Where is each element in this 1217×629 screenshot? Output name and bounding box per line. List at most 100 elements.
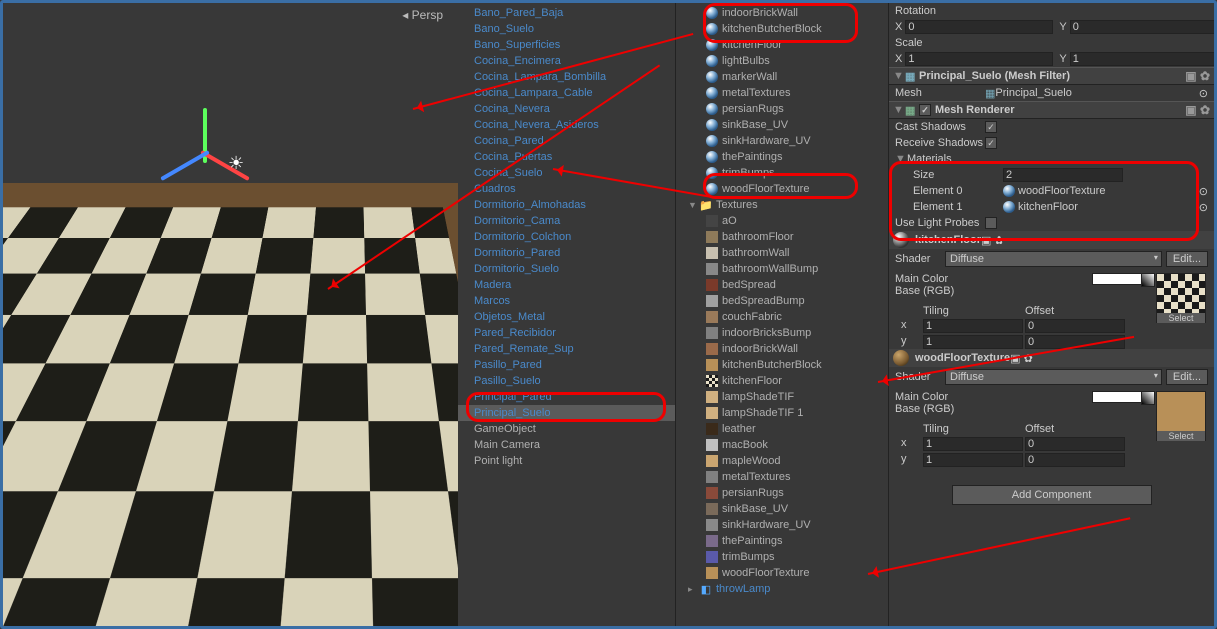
project-texture-item[interactable]: indoorBrickWall — [676, 341, 888, 357]
texture-slot-wood[interactable]: Select — [1156, 391, 1206, 441]
project-texture-item[interactable]: metalTextures — [676, 469, 888, 485]
materials-size-input[interactable] — [1003, 168, 1123, 182]
hierarchy-item[interactable]: Madera — [458, 277, 675, 293]
project-texture-item[interactable]: bedSpreadBump — [676, 293, 888, 309]
mesh-value[interactable]: Principal_Suelo — [995, 87, 1071, 99]
hierarchy-item[interactable]: Cocina_Nevera — [458, 101, 675, 117]
camera-mode-label[interactable]: Persp — [402, 8, 443, 22]
scene-viewport[interactable]: ☀ Persp — [3, 3, 458, 626]
project-material-item[interactable]: lightBulbs — [676, 53, 888, 69]
hierarchy-item[interactable]: Bano_Suelo — [458, 21, 675, 37]
project-texture-item[interactable]: kitchenButcherBlock — [676, 357, 888, 373]
project-texture-item[interactable]: aO — [676, 213, 888, 229]
material-kitchenfloor-header[interactable]: kitchenFloor ▣ ✿ — [889, 231, 1214, 249]
hierarchy-item[interactable]: Pared_Remate_Sup — [458, 341, 675, 357]
project-material-item[interactable]: markerWall — [676, 69, 888, 85]
project-material-item[interactable]: metalTextures — [676, 85, 888, 101]
element0-value[interactable]: woodFloorTexture — [1018, 185, 1105, 197]
shader-dropdown[interactable]: Diffuse — [945, 251, 1162, 267]
hierarchy-item[interactable]: Dormitorio_Suelo — [458, 261, 675, 277]
texture-select-button[interactable]: Select — [1157, 431, 1205, 441]
project-texture-item[interactable]: indoorBricksBump — [676, 325, 888, 341]
object-picker-icon[interactable]: ⊙ — [1199, 201, 1208, 214]
project-texture-item[interactable]: couchFabric — [676, 309, 888, 325]
hierarchy-item[interactable]: Principal_Suelo — [458, 405, 675, 421]
object-picker-icon[interactable]: ⊙ — [1199, 185, 1208, 198]
hierarchy-item[interactable]: Cocina_Pared — [458, 133, 675, 149]
project-texture-item[interactable]: lampShadeTIF 1 — [676, 405, 888, 421]
gear-icon[interactable]: ▣ ✿ — [1185, 103, 1210, 117]
tiling-y-input[interactable] — [923, 335, 1023, 349]
mesh-filter-header[interactable]: ▼▦ Principal_Suelo (Mesh Filter) ▣ ✿ — [889, 67, 1214, 85]
project-texture-item[interactable]: leather — [676, 421, 888, 437]
mesh-renderer-header[interactable]: ▼▦ ✓ Mesh Renderer ▣ ✿ — [889, 101, 1214, 119]
hierarchy-item[interactable]: Pasillo_Suelo — [458, 373, 675, 389]
project-texture-item[interactable]: woodFloorTexture — [676, 565, 888, 581]
project-texture-item[interactable]: bathroomWall — [676, 245, 888, 261]
texture-slot-kitchen[interactable]: Select — [1156, 273, 1206, 323]
scale-y-input[interactable] — [1070, 52, 1214, 66]
cast-shadows-checkbox[interactable]: ✓ — [985, 121, 997, 133]
project-texture-item[interactable]: mapleWood — [676, 453, 888, 469]
gear-icon[interactable]: ▣ ✿ — [981, 234, 1004, 247]
hierarchy-item[interactable]: Pared_Recibidor — [458, 325, 675, 341]
scale-x-input[interactable] — [905, 52, 1053, 66]
gizmo-z-axis[interactable] — [160, 150, 210, 181]
element1-value[interactable]: kitchenFloor — [1018, 201, 1078, 213]
hierarchy-item[interactable]: Dormitorio_Cama — [458, 213, 675, 229]
shader-dropdown[interactable]: Diffuse — [945, 369, 1162, 385]
main-color-swatch[interactable] — [1092, 391, 1142, 403]
project-texture-item[interactable]: sinkBase_UV — [676, 501, 888, 517]
project-material-item[interactable]: sinkHardware_UV — [676, 133, 888, 149]
project-prefab-item[interactable]: ▸◧throwLamp — [676, 581, 888, 597]
add-component-button[interactable]: Add Component — [952, 485, 1152, 505]
hierarchy-item[interactable]: Point light — [458, 453, 675, 469]
mesh-renderer-enable-checkbox[interactable]: ✓ — [919, 104, 931, 116]
project-texture-item[interactable]: kitchenFloor — [676, 373, 888, 389]
hierarchy-item[interactable]: Objetos_Metal — [458, 309, 675, 325]
object-picker-icon[interactable]: ⊙ — [1199, 87, 1208, 100]
main-color-swatch[interactable] — [1092, 273, 1142, 285]
project-texture-item[interactable]: trimBumps — [676, 549, 888, 565]
help-icon[interactable]: ▣ ✿ — [1185, 69, 1210, 83]
hierarchy-item[interactable]: Pasillo_Pared — [458, 357, 675, 373]
hierarchy-item[interactable]: Principal_Pared — [458, 389, 675, 405]
project-folder-textures[interactable]: ▼📁Textures — [676, 197, 888, 213]
project-texture-item[interactable]: lampShadeTIF — [676, 389, 888, 405]
offset-x-input[interactable] — [1025, 437, 1125, 451]
project-material-item[interactable]: kitchenFloor — [676, 37, 888, 53]
hierarchy-item[interactable]: Cocina_Puertas — [458, 149, 675, 165]
project-texture-item[interactable]: persianRugs — [676, 485, 888, 501]
hierarchy-item[interactable]: Marcos — [458, 293, 675, 309]
offset-x-input[interactable] — [1025, 319, 1125, 333]
project-texture-item[interactable]: sinkHardware_UV — [676, 517, 888, 533]
light-probes-checkbox[interactable] — [985, 217, 997, 229]
hierarchy-item[interactable]: Main Camera — [458, 437, 675, 453]
tiling-x-input[interactable] — [923, 437, 1023, 451]
project-material-item[interactable]: trimBumps — [676, 165, 888, 181]
hierarchy-item[interactable]: GameObject — [458, 421, 675, 437]
project-texture-item[interactable]: bathroomFloor — [676, 229, 888, 245]
tiling-x-input[interactable] — [923, 319, 1023, 333]
project-material-item[interactable]: indoorBrickWall — [676, 5, 888, 21]
shader-edit-button[interactable]: Edit... — [1166, 251, 1208, 267]
light-icon[interactable]: ☀ — [228, 153, 244, 174]
project-texture-item[interactable]: thePaintings — [676, 533, 888, 549]
project-texture-item[interactable]: bedSpread — [676, 277, 888, 293]
tiling-y-input[interactable] — [923, 453, 1023, 467]
project-texture-item[interactable]: macBook — [676, 437, 888, 453]
hierarchy-item[interactable]: Bano_Superficies — [458, 37, 675, 53]
texture-select-button[interactable]: Select — [1157, 313, 1205, 323]
project-material-item[interactable]: sinkBase_UV — [676, 117, 888, 133]
receive-shadows-checkbox[interactable]: ✓ — [985, 137, 997, 149]
project-material-item[interactable]: thePaintings — [676, 149, 888, 165]
project-texture-item[interactable]: bathroomWallBump — [676, 261, 888, 277]
hierarchy-item[interactable]: Bano_Pared_Baja — [458, 5, 675, 21]
hierarchy-item[interactable]: Dormitorio_Almohadas — [458, 197, 675, 213]
rotation-x-input[interactable] — [905, 20, 1053, 34]
shader-edit-button[interactable]: Edit... — [1166, 369, 1208, 385]
offset-y-input[interactable] — [1025, 453, 1125, 467]
project-material-item[interactable]: persianRugs — [676, 101, 888, 117]
hierarchy-item[interactable]: Dormitorio_Colchon — [458, 229, 675, 245]
hierarchy-item[interactable]: Cocina_Nevera_Asideros — [458, 117, 675, 133]
